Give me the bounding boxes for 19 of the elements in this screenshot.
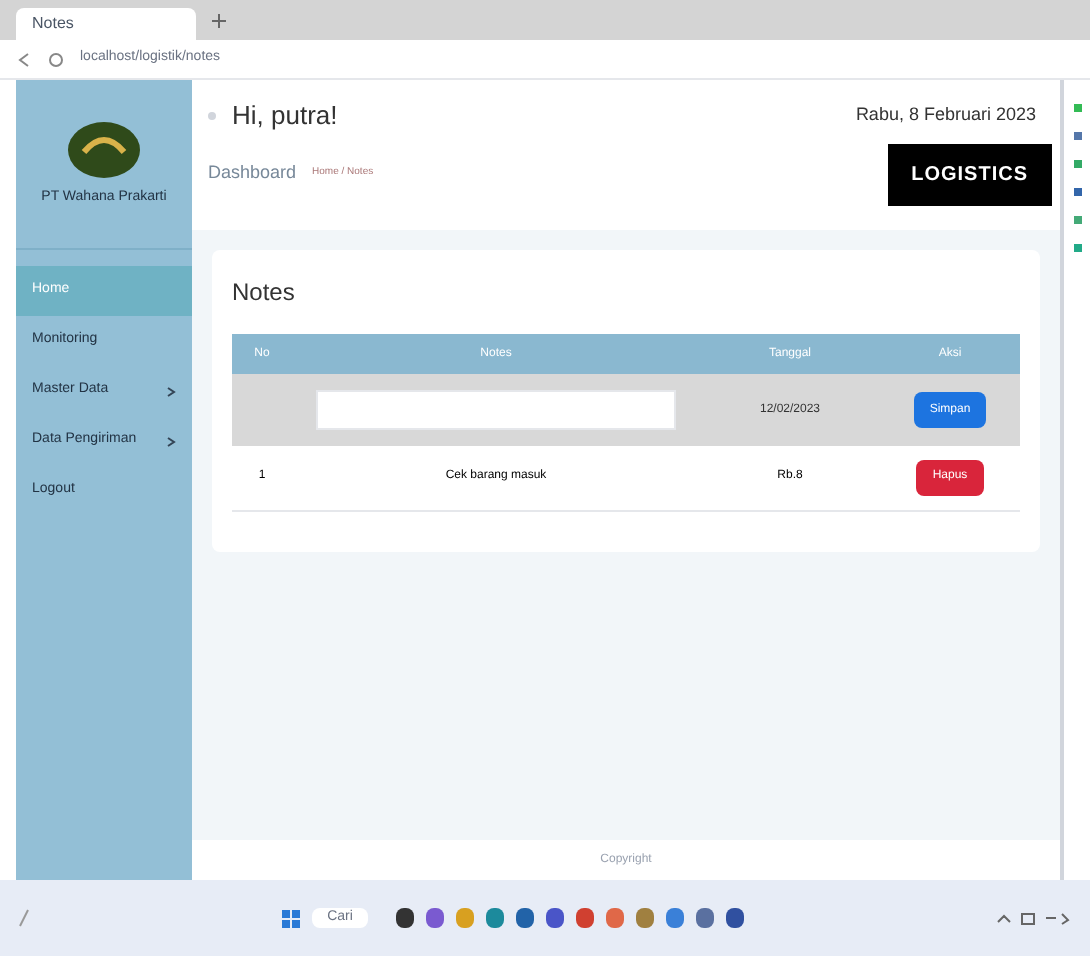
start-icon[interactable] xyxy=(281,909,300,927)
browser-tab[interactable]: Notes xyxy=(16,8,196,40)
refresh-icon[interactable] xyxy=(48,51,64,67)
extension-icon[interactable] xyxy=(1073,160,1081,168)
logistics-logo: LOGISTICS xyxy=(887,143,1052,205)
system-tray-icon[interactable] xyxy=(994,910,1074,926)
card-title: Notes xyxy=(232,276,297,310)
new-tab-icon[interactable] xyxy=(212,13,226,27)
date-text: Rabu, 8 Februari 2023 xyxy=(855,102,1036,128)
extension-icon[interactable] xyxy=(1073,244,1081,252)
breadcrumb-title: Dashboard xyxy=(208,160,297,187)
company-logo xyxy=(66,119,142,180)
extension-icon[interactable] xyxy=(1073,188,1081,196)
note-input[interactable] xyxy=(316,390,676,430)
greeting: Hi, putra! xyxy=(232,98,338,134)
back-icon[interactable] xyxy=(16,51,32,67)
extension-icon[interactable] xyxy=(1073,216,1081,224)
extension-icon[interactable] xyxy=(1073,104,1081,112)
extension-icon[interactable] xyxy=(1073,132,1081,140)
